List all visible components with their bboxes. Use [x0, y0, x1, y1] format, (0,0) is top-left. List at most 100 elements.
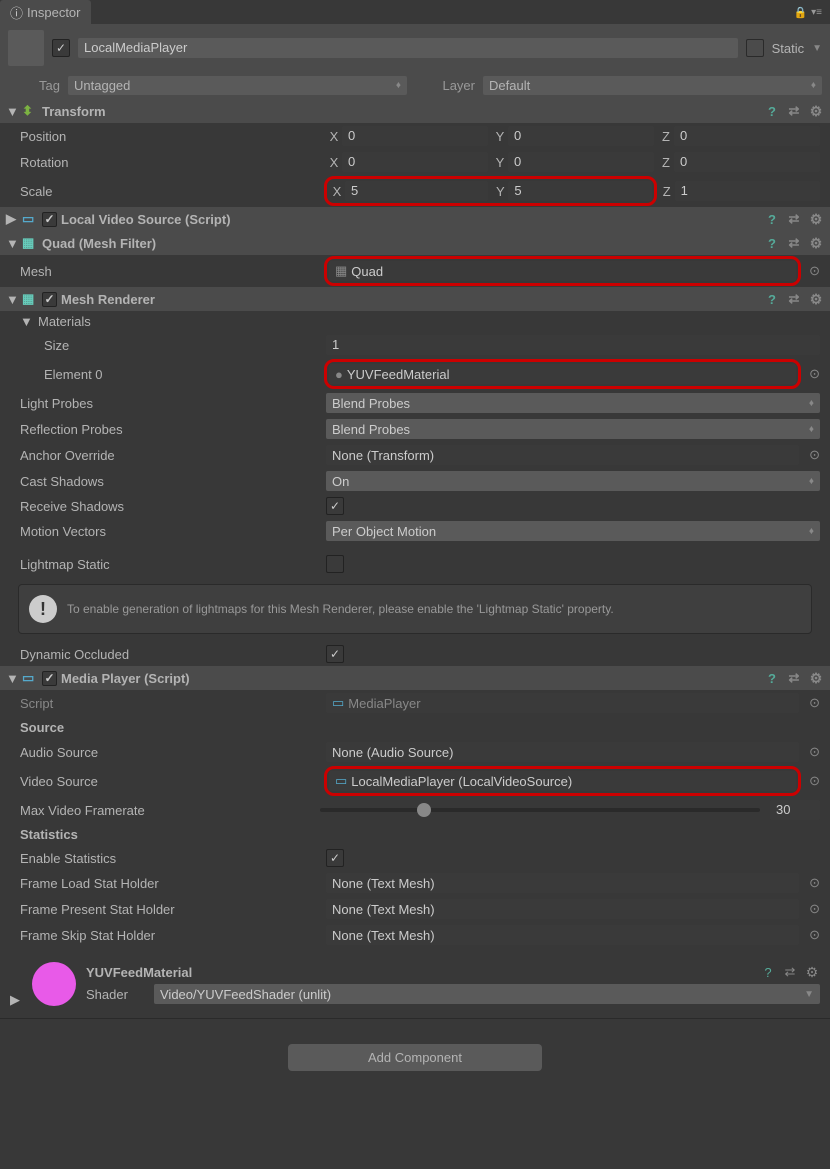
- object-picker-icon[interactable]: ⊙: [809, 773, 820, 789]
- transform-header[interactable]: ▼ ⬍ Transform ? ⇄ ⚙: [0, 99, 830, 123]
- object-picker-icon[interactable]: ⊙: [809, 901, 820, 917]
- object-picker-icon[interactable]: ⊙: [809, 744, 820, 760]
- preset-icon[interactable]: ⇄: [786, 235, 802, 251]
- object-picker-icon[interactable]: ⊙: [809, 927, 820, 943]
- layer-dropdown[interactable]: Default ♦: [483, 76, 822, 95]
- scale-y-field[interactable]: 5: [508, 181, 651, 201]
- materials-size-field[interactable]: 1: [326, 335, 820, 355]
- tag-label: Tag: [8, 78, 60, 93]
- add-component-label: Add Component: [368, 1050, 462, 1065]
- position-y-field[interactable]: 0: [508, 126, 654, 146]
- gameobject-name-field[interactable]: LocalMediaPlayer: [78, 38, 738, 58]
- object-picker-icon[interactable]: ⊙: [809, 263, 820, 279]
- active-checkbox[interactable]: ✓: [52, 39, 70, 57]
- localvideo-enable-checkbox[interactable]: ✓: [42, 212, 57, 227]
- position-z-field[interactable]: 0: [674, 126, 820, 146]
- preset-icon[interactable]: ⇄: [786, 103, 802, 119]
- audio-source-field[interactable]: None (Audio Source): [326, 742, 799, 762]
- light-probes-dropdown[interactable]: Blend Probes ♦: [326, 393, 820, 413]
- video-source-label: Video Source: [20, 774, 320, 789]
- max-framerate-value-field[interactable]: 30: [770, 800, 820, 820]
- preset-icon[interactable]: ⇄: [786, 670, 802, 686]
- cast-shadows-dropdown[interactable]: On ♦: [326, 471, 820, 491]
- script-field: ▭ MediaPlayer: [326, 693, 799, 713]
- help-icon[interactable]: ?: [764, 211, 780, 227]
- foldout-icon[interactable]: ▼: [6, 104, 18, 119]
- help-icon[interactable]: ?: [764, 235, 780, 251]
- gear-icon[interactable]: ⚙: [808, 291, 824, 307]
- inspector-tab-label: Inspector: [27, 5, 80, 20]
- foldout-icon[interactable]: ▶: [6, 211, 18, 227]
- materials-foldout-icon[interactable]: ▼: [20, 314, 32, 329]
- help-icon[interactable]: ?: [764, 103, 780, 119]
- material-preview[interactable]: [32, 962, 76, 1006]
- info-circle-icon: !: [29, 595, 57, 623]
- add-component-button[interactable]: Add Component: [288, 1044, 542, 1071]
- shader-label: Shader: [86, 987, 146, 1002]
- dynamic-occluded-label: Dynamic Occluded: [20, 647, 320, 662]
- preset-icon[interactable]: ⇄: [782, 964, 798, 980]
- dynamic-occluded-checkbox[interactable]: ✓: [326, 645, 344, 663]
- transform-title: Transform: [42, 104, 760, 119]
- video-source-field[interactable]: ▭ LocalMediaPlayer (LocalVideoSource): [329, 771, 796, 791]
- gameobject-icon[interactable]: [8, 30, 44, 66]
- anchor-override-field[interactable]: None (Transform): [326, 445, 799, 465]
- reflection-probes-label: Reflection Probes: [20, 422, 320, 437]
- rotation-z-field[interactable]: 0: [674, 152, 820, 172]
- foldout-icon[interactable]: ▼: [6, 292, 18, 307]
- preset-icon[interactable]: ⇄: [786, 211, 802, 227]
- frame-load-field[interactable]: None (Text Mesh): [326, 873, 799, 893]
- statistics-header: Statistics: [0, 823, 830, 846]
- mediaplayer-enable-checkbox[interactable]: ✓: [42, 671, 57, 686]
- gear-icon[interactable]: ⚙: [808, 670, 824, 686]
- preset-icon[interactable]: ⇄: [786, 291, 802, 307]
- motion-vectors-dropdown[interactable]: Per Object Motion ♦: [326, 521, 820, 541]
- object-picker-icon[interactable]: ⊙: [809, 695, 820, 711]
- enable-statistics-checkbox[interactable]: ✓: [326, 849, 344, 867]
- light-probes-value: Blend Probes: [332, 396, 410, 411]
- slider-thumb[interactable]: [417, 803, 431, 817]
- audio-source-value: None (Audio Source): [332, 745, 453, 760]
- meshfilter-header[interactable]: ▼ ▦ Quad (Mesh Filter) ? ⇄ ⚙: [0, 231, 830, 255]
- meshrenderer-header[interactable]: ▼ ▦ ✓ Mesh Renderer ? ⇄ ⚙: [0, 287, 830, 311]
- frame-skip-field[interactable]: None (Text Mesh): [326, 925, 799, 945]
- gear-icon[interactable]: ⚙: [808, 235, 824, 251]
- dropdown-arrow-icon: ♦: [811, 80, 816, 91]
- reflection-probes-dropdown[interactable]: Blend Probes ♦: [326, 419, 820, 439]
- gear-icon[interactable]: ⚙: [808, 211, 824, 227]
- help-icon[interactable]: ?: [760, 964, 776, 980]
- tag-dropdown[interactable]: Untagged ♦: [68, 76, 407, 95]
- help-icon[interactable]: ?: [764, 670, 780, 686]
- foldout-icon[interactable]: ▼: [6, 671, 18, 686]
- frame-present-field[interactable]: None (Text Mesh): [326, 899, 799, 919]
- object-picker-icon[interactable]: ⊙: [809, 366, 820, 382]
- meshrenderer-enable-checkbox[interactable]: ✓: [42, 292, 57, 307]
- scale-z-field[interactable]: 1: [675, 181, 820, 201]
- shader-dropdown[interactable]: Video/YUVFeedShader (unlit) ▼: [154, 984, 820, 1004]
- material-foldout-icon[interactable]: ▶: [10, 992, 22, 1008]
- localvideo-header[interactable]: ▶ ▭ ✓ Local Video Source (Script) ? ⇄ ⚙: [0, 207, 830, 231]
- scale-x-field[interactable]: 5: [345, 181, 488, 201]
- lightmap-static-checkbox[interactable]: [326, 555, 344, 573]
- lightmap-info-text: To enable generation of lightmaps for th…: [67, 602, 614, 616]
- rotation-y-field[interactable]: 0: [508, 152, 654, 172]
- static-dropdown-icon[interactable]: ▼: [812, 43, 822, 54]
- help-icon[interactable]: ?: [764, 291, 780, 307]
- object-picker-icon[interactable]: ⊙: [809, 875, 820, 891]
- static-checkbox[interactable]: [746, 39, 764, 57]
- receive-shadows-checkbox[interactable]: ✓: [326, 497, 344, 515]
- rotation-x-field[interactable]: 0: [342, 152, 488, 172]
- foldout-icon[interactable]: ▼: [6, 236, 18, 251]
- position-x-field[interactable]: 0: [342, 126, 488, 146]
- mediaplayer-header[interactable]: ▼ ▭ ✓ Media Player (Script) ? ⇄ ⚙: [0, 666, 830, 690]
- gear-icon[interactable]: ⚙: [808, 103, 824, 119]
- object-picker-icon[interactable]: ⊙: [809, 447, 820, 463]
- context-menu-icon[interactable]: ▾≡: [811, 7, 822, 18]
- dropdown-arrow-icon: ♦: [809, 526, 814, 537]
- lock-icon[interactable]: 🔒: [793, 6, 807, 19]
- gear-icon[interactable]: ⚙: [804, 964, 820, 980]
- mesh-field[interactable]: ▦ Quad: [329, 261, 796, 281]
- max-framerate-slider[interactable]: [320, 808, 760, 812]
- element0-field[interactable]: ● YUVFeedMaterial: [329, 364, 796, 384]
- inspector-tab[interactable]: ⓘ Inspector: [0, 0, 91, 25]
